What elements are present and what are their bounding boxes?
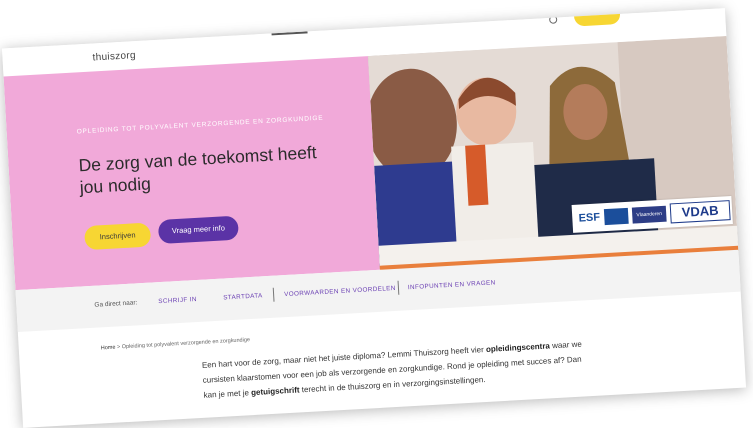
- breadcrumb-home[interactable]: Home: [101, 345, 116, 352]
- hero-title: De zorg van de toekomst heeft jou nodig: [78, 142, 318, 198]
- search-icon[interactable]: [548, 15, 558, 24]
- opleidingscentra-link[interactable]: opleidingscentra: [486, 341, 550, 354]
- quick-nav-separator: [272, 287, 275, 302]
- quick-nav-separator: [397, 280, 400, 295]
- hero-photo: ESF Vlaanderen VDAB: [367, 36, 739, 270]
- nav-indicator: [271, 31, 308, 36]
- meer-info-button[interactable]: Vraag meer info: [157, 215, 239, 245]
- inschrijven-button[interactable]: Inschrijven: [84, 222, 152, 251]
- header-cta-button[interactable]: [573, 8, 621, 27]
- breadcrumb: Home > Opleiding tot polyvalent verzorge…: [101, 337, 250, 351]
- vlaanderen-logo: Vlaanderen: [631, 205, 667, 224]
- getuigschrift-link[interactable]: getuigschrift: [251, 385, 300, 397]
- breadcrumb-current: Opleiding tot polyvalent verzorgende en …: [121, 337, 251, 351]
- esf-logo: ESF: [578, 211, 601, 225]
- quick-nav-schrijf-in[interactable]: SCHRIJF IN: [158, 296, 197, 305]
- eu-flag-icon: [603, 207, 629, 226]
- hero-panel: OPLEIDING TOT POLYVALENT VERZORGENDE EN …: [3, 56, 380, 291]
- site-brand[interactable]: thuiszorg: [92, 50, 136, 63]
- quick-nav-infopunten[interactable]: INFOPUNTEN EN VRAGEN: [408, 279, 496, 291]
- quick-nav-voorwaarden[interactable]: VOORWAARDEN EN VOORDELEN: [284, 285, 396, 298]
- hero-photo-illustration: [367, 36, 739, 270]
- hero-eyebrow: OPLEIDING TOT POLYVALENT VERZORGENDE EN …: [76, 114, 324, 136]
- quick-nav-startdata[interactable]: STARTDATA: [223, 292, 263, 301]
- quick-nav-label: Ga direct naar:: [94, 299, 138, 309]
- intro-text: terecht in de thuiszorg en in verzorging…: [299, 375, 486, 395]
- intro-paragraph: Een hart voor de zorg, maar niet het jui…: [202, 336, 594, 403]
- vdab-logo: VDAB: [669, 200, 731, 224]
- webpage: thuiszorg OPLEIDING TOT POLYVALENT VERZO…: [1, 8, 747, 428]
